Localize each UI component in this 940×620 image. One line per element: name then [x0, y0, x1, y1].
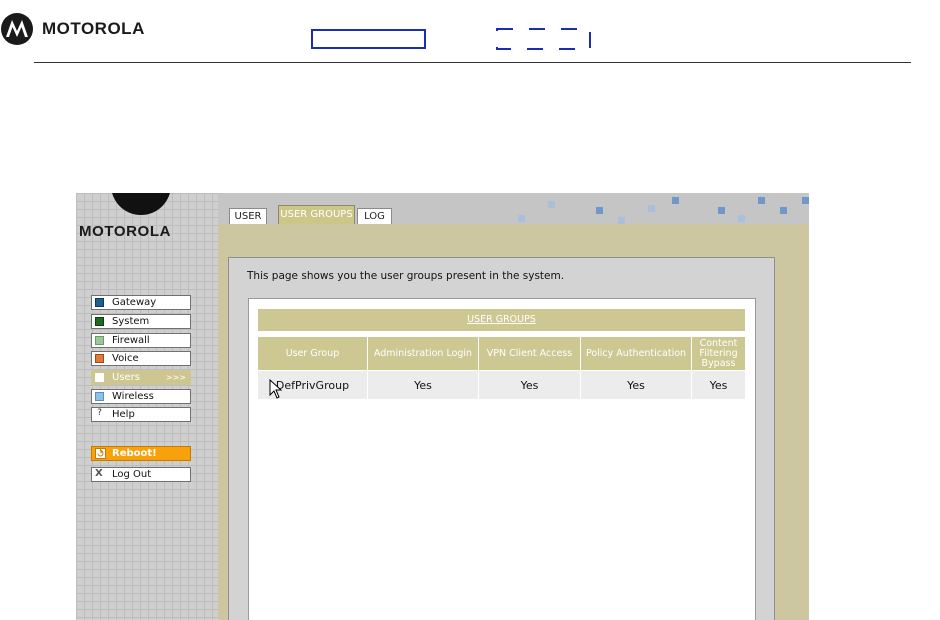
chevron-right-icon: >>>	[165, 373, 186, 382]
user-groups-table: USER GROUPS User Group Administration Lo…	[248, 298, 756, 620]
decor-square	[802, 197, 809, 204]
sidebar-item-label: Gateway	[112, 297, 157, 308]
header-box	[311, 29, 426, 49]
decor-square	[648, 205, 655, 212]
decor-square	[738, 215, 745, 222]
motorola-logo-icon	[1, 13, 33, 45]
close-icon: X	[95, 468, 103, 479]
motorola-logo-icon	[112, 193, 170, 215]
decor-square	[548, 201, 555, 208]
table-title[interactable]: USER GROUPS	[258, 309, 745, 331]
right-border	[779, 224, 809, 620]
sidebar-item-label: Voice	[112, 353, 139, 364]
logout-button[interactable]: X Log Out	[91, 467, 191, 482]
tab-log[interactable]: LOG	[357, 208, 392, 224]
sidebar-item-help[interactable]: ? Help	[91, 407, 191, 422]
sidebar-item-firewall[interactable]: Firewall	[91, 333, 191, 348]
decor-square	[618, 217, 625, 224]
wireless-swatch-icon	[95, 392, 104, 401]
table-cell: Yes	[479, 371, 581, 399]
router-ui-screenshot: MOTOROLA Gateway System Firewall Voice U…	[76, 193, 809, 620]
table-cell: Yes	[581, 371, 692, 399]
sidebar-item-label: Users	[112, 372, 141, 383]
document-brand: MOTOROLA	[42, 19, 145, 38]
sidebar-item-voice[interactable]: Voice	[91, 351, 191, 366]
voice-swatch-icon	[95, 354, 104, 363]
sidebar-item-label: Firewall	[112, 335, 150, 346]
tab-user[interactable]: USER	[229, 208, 267, 224]
header-divider	[34, 62, 911, 63]
decor-square	[780, 207, 787, 214]
logout-label: Log Out	[112, 469, 152, 480]
users-swatch-icon	[95, 373, 104, 382]
sidebar-item-label: Wireless	[112, 391, 154, 402]
sidebar-item-gateway[interactable]: Gateway	[91, 295, 191, 310]
content-panel: This page shows you the user groups pres…	[228, 257, 775, 620]
table-cell: Yes	[368, 371, 479, 399]
intro-text: This page shows you the user groups pres…	[247, 270, 565, 282]
decor-square	[596, 207, 603, 214]
sidebar: MOTOROLA Gateway System Firewall Voice U…	[76, 193, 218, 620]
column-header: Content Filtering Bypass	[692, 337, 745, 370]
decor-square	[672, 197, 679, 204]
column-header: VPN Client Access	[479, 337, 581, 370]
reboot-icon	[95, 448, 106, 459]
firewall-swatch-icon	[95, 336, 104, 345]
decor-square	[758, 197, 765, 204]
column-header: Administration Login	[368, 337, 479, 370]
decor-square	[518, 215, 525, 222]
reboot-label: Reboot!	[112, 448, 157, 459]
sidebar-item-label: System	[112, 316, 150, 327]
sidebar-item-system[interactable]: System	[91, 314, 191, 329]
sidebar-item-label: Help	[112, 409, 135, 420]
decor-square	[718, 207, 725, 214]
sidebar-item-wireless[interactable]: Wireless	[91, 389, 191, 404]
sidebar-brand: MOTOROLA	[79, 223, 172, 240]
sidebar-item-users[interactable]: Users >>>	[91, 370, 191, 385]
system-swatch-icon	[95, 317, 104, 326]
header-dashed-box	[496, 28, 591, 50]
reboot-button[interactable]: Reboot!	[91, 446, 191, 461]
mouse-cursor-icon	[269, 379, 283, 399]
column-header: User Group	[258, 337, 368, 370]
tab-bar: USER USER GROUPS LOG	[218, 193, 809, 224]
tab-user-groups[interactable]: USER GROUPS	[278, 205, 355, 224]
help-icon: ?	[97, 408, 102, 418]
table-cell: Yes	[692, 371, 745, 399]
column-header: Policy Authentication	[581, 337, 692, 370]
gateway-swatch-icon	[95, 298, 104, 307]
